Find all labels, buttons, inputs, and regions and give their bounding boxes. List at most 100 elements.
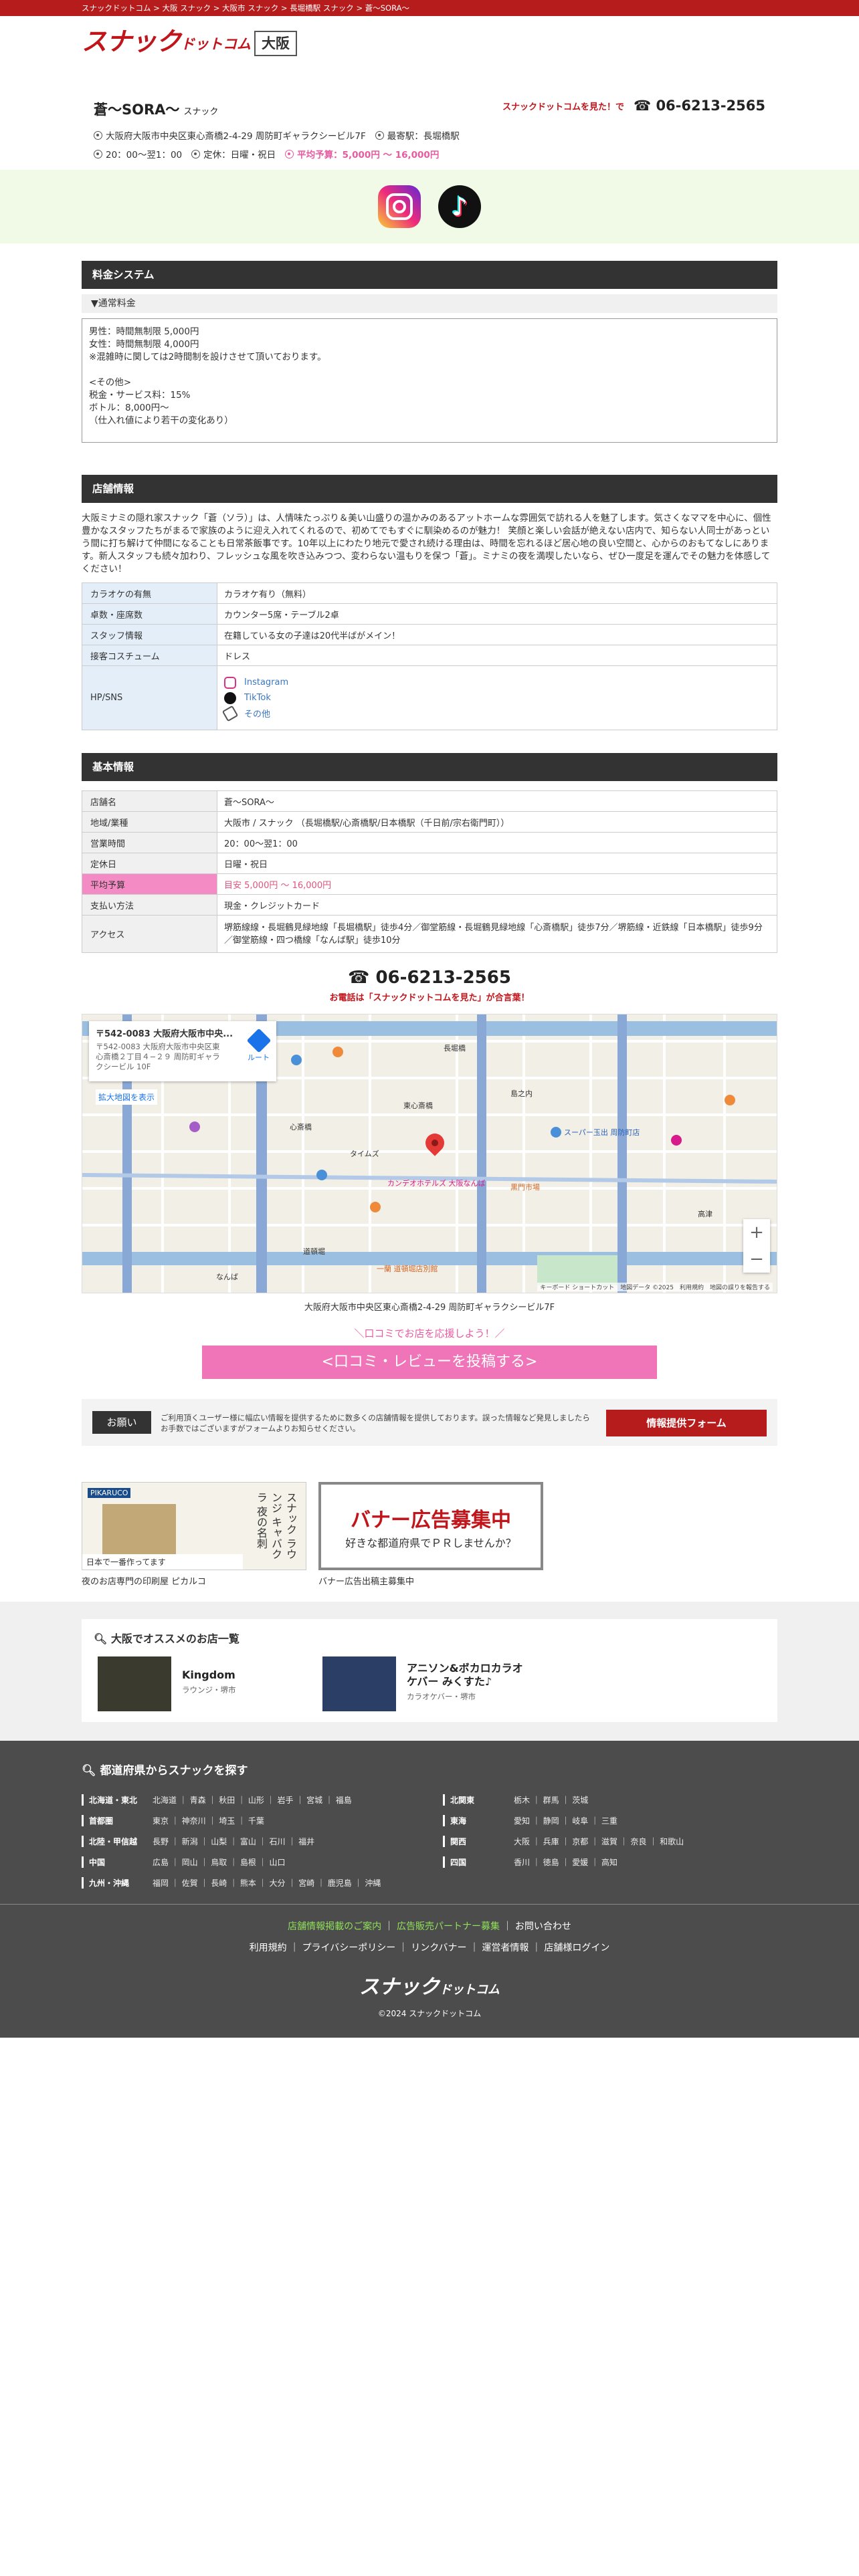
zoom-in-button[interactable]: + — [743, 1219, 770, 1246]
phone-icon: ☎ — [633, 98, 656, 114]
recommend-name: アニソン&ボカロカラオケバー みくすた♪ — [407, 1662, 523, 1688]
pref-links[interactable]: 栃木 ｜ 群馬 ｜ 茨城 — [514, 1794, 588, 1806]
shop-icon[interactable] — [551, 1127, 561, 1138]
footer-link[interactable]: 運営者情報 — [482, 1943, 529, 1953]
recommend-title: 🔍︎ 大阪でオススメのお店一覧 — [94, 1630, 765, 1646]
instagram-icon[interactable] — [378, 185, 421, 228]
search-icon: 🔍︎ — [94, 1632, 111, 1645]
info-line-1: 大阪府大阪市中央区東心斎橋2-4-29 周防町ギャラクシービル7F 最寄駅：長堀… — [94, 128, 469, 142]
recommend-box: 🔍︎ 大阪でオススメのお店一覧 Kingdom ラウンジ・堺市 アニソン&ボカロ… — [82, 1619, 777, 1722]
footer-link[interactable]: プライバシーポリシー — [302, 1943, 396, 1953]
price-line: ボトル：8,000円〜 — [89, 403, 169, 413]
review-section: ＼口コミでお店を応援しよう！／ <口コミ・レビューを投稿する> — [82, 1326, 777, 1379]
table-row: 卓数・座席数 カウンター5席・テーブル2卓 — [82, 603, 777, 625]
row-value: 在籍している女の子達は20代半ばがメイン！ — [217, 624, 777, 645]
header-tel[interactable]: スナックドットコムを見た！で ☎ 06-6213-2565 — [502, 98, 765, 114]
pref-column-right: 北関東 栃木 ｜ 群馬 ｜ 茨城 東海 愛知 ｜ 静岡 ｜ 岐阜 ｜ 三重 関西 大阪… — [443, 1790, 777, 1893]
post-review-button[interactable]: <口コミ・レビューを投稿する> — [202, 1346, 657, 1379]
breadcrumb[interactable]: スナックドットコム > 大阪 スナック > 大阪市 スナック > 長堀橋駅 スナ… — [82, 3, 409, 13]
zoom-out-button[interactable]: − — [743, 1246, 770, 1273]
calendar-icon — [191, 149, 201, 158]
pricing-box: 男性：時間無制限 5,000円 女性：時間無制限 4,000円 ※混雑時に関して… — [82, 318, 777, 443]
recommend-item[interactable]: Kingdom ラウンジ・堺市 — [98, 1656, 236, 1711]
route-button[interactable]: ルート — [246, 1028, 271, 1063]
clock-icon — [94, 149, 102, 158]
site-footer: 🔍︎ 都道府県からスナックを探す 北海道・東北 北海道 ｜ 青森 ｜ 秋田 ｜ 山… — [0, 1741, 859, 2038]
banner-image: バナー広告募集中 好きな都道府県でＰＲしませんか？ — [318, 1482, 543, 1570]
pref-links[interactable]: 福岡 ｜ 佐賀 ｜ 長崎 ｜ 熊本 ｜ 大分 ｜ 宮崎 ｜ 鹿児島 ｜ 沖縄 — [153, 1877, 381, 1889]
sns-label: TikTok — [244, 693, 271, 703]
pref-links[interactable]: 愛知 ｜ 静岡 ｜ 岐阜 ｜ 三重 — [514, 1815, 617, 1826]
shop-icon[interactable] — [291, 1055, 302, 1065]
enlarge-map-link[interactable]: 拡大地図を表示 — [96, 1089, 158, 1105]
copyright: ©2024 スナックドットコム — [377, 2009, 482, 2018]
pref-region: 九州・沖縄 — [82, 1877, 153, 1889]
tel-big[interactable]: ☎ 06-6213-2565 — [82, 968, 777, 988]
banner-caption[interactable]: バナー広告出稿主募集中 — [318, 1574, 543, 1587]
pref-region: 北関東 — [443, 1794, 514, 1806]
restaurant-icon[interactable] — [370, 1202, 381, 1212]
footer-link[interactable]: 店舗情報掲載のご案内 — [288, 1921, 381, 1932]
map-label: 心斎橋 — [290, 1123, 312, 1132]
map-label: カンデオホテルズ 大阪なんば — [387, 1179, 486, 1188]
info-line-2: 20：00〜翌1：00 定休：日曜・祝日 平均予算：5,000円 〜 16,00… — [94, 147, 448, 160]
recommend-item[interactable]: アニソン&ボカロカラオケバー みくすた♪ カラオケバー・堺市 — [322, 1656, 530, 1711]
pref-row: 首都圏 東京 ｜ 神奈川 ｜ 埼玉 ｜ 千葉 — [82, 1810, 416, 1831]
tiktok-icon[interactable]: ♪ — [438, 185, 481, 228]
region-badge[interactable]: 大阪 — [254, 31, 297, 56]
footer-title: 🔍︎ 都道府県からスナックを探す — [82, 1761, 777, 1778]
sns-other[interactable]: その他 — [221, 705, 770, 722]
price-line: 女性：時間無制限 4,000円 — [89, 339, 199, 350]
footer-link[interactable]: 利用規約 — [250, 1943, 287, 1953]
recommend-title-text: 大阪でオススメのお店一覧 — [110, 1632, 240, 1645]
map-label: 長堀橋 — [444, 1044, 466, 1053]
request-box: お願い ご利用頂くユーザー様に幅広い情報を提供するために数多くの店舗情報を提供し… — [82, 1399, 777, 1446]
hotel-icon[interactable] — [671, 1135, 682, 1146]
footer-logo-sub: ドットコム — [440, 1983, 500, 1997]
site-header: スナック ドットコム 大阪 — [82, 16, 777, 64]
pref-links[interactable]: 長野 ｜ 新潟 ｜ 山梨 ｜ 富山 ｜ 石川 ｜ 福井 — [153, 1836, 314, 1847]
restaurant-icon[interactable] — [332, 1047, 343, 1057]
tel-number[interactable]: ☎ 06-6213-2565 — [634, 98, 765, 114]
footer-link[interactable]: お問い合わせ — [515, 1921, 571, 1932]
tel-big-text: 06-6213-2565 — [375, 968, 511, 988]
footer-links-2: 利用規約 ｜ プライバシーポリシー ｜ リンクバナー ｜ 運営者情報 ｜ 店舗様… — [249, 1943, 610, 1953]
basic-title: 基本情報 — [82, 753, 777, 781]
pref-region: 首都圏 — [82, 1815, 153, 1826]
footer-link[interactable]: 店舗様ログイン — [544, 1943, 609, 1953]
map-label: 東心斎橋 — [403, 1101, 433, 1110]
pref-links[interactable]: 大阪 ｜ 兵庫 ｜ 京都 ｜ 滋賀 ｜ 奈良 ｜ 和歌山 — [514, 1836, 684, 1847]
site-logo[interactable]: スナック ドットコム — [82, 28, 251, 55]
store-description: 大阪ミナミの隠れ家スナック「蒼（ソラ）」は、人情味たっぷり＆美い山盛りの温かみの… — [82, 513, 771, 574]
banner-caption[interactable]: 夜のお店専門の印刷屋 ピカルコ — [82, 1574, 306, 1587]
pref-links[interactable]: 広島 ｜ 岡山 ｜ 鳥取 ｜ 島根 ｜ 山口 — [153, 1856, 286, 1868]
pref-row: 北陸・甲信越 長野 ｜ 新潟 ｜ 山梨 ｜ 富山 ｜ 石川 ｜ 福井 — [82, 1831, 416, 1852]
row-label: HP/SNS — [82, 665, 217, 730]
sns-tiktok[interactable]: TikTok — [224, 690, 770, 706]
request-label: お願い — [92, 1411, 151, 1434]
sns-instagram[interactable]: Instagram — [224, 675, 770, 690]
pref-row: 四国 香川 ｜ 徳島 ｜ 愛媛 ｜ 高知 — [443, 1852, 777, 1872]
map-footer[interactable]: キーボード ショートカット 地図データ ©2025 利用規約 地図の誤りを報告す… — [537, 1283, 773, 1291]
shop-station: 最寄駅：長堀橋駅 — [387, 131, 460, 142]
footer-link[interactable]: 広告販売パートナー募集 — [397, 1921, 500, 1932]
map-label: 道頓堀 — [303, 1247, 325, 1256]
banner-area: PIKARUCO スナック ラウンジ キャバクラ 夜の名刺 日本で一番作ってます… — [82, 1482, 777, 1587]
row-label: 営業時間 — [82, 832, 217, 853]
restaurant-icon[interactable] — [725, 1095, 735, 1105]
shop-address: 大阪府大阪市中央区東心斎橋2-4-29 周防町ギャラクシービル7F — [106, 131, 366, 142]
shop-budget: 平均予算：5,000円 〜 16,000円 — [297, 150, 440, 160]
pref-links[interactable]: 北海道 ｜ 青森 ｜ 秋田 ｜ 山形 ｜ 岩手 ｜ 宮城 ｜ 福島 — [153, 1794, 352, 1806]
banner-ad[interactable]: バナー広告募集中 好きな都道府県でＰＲしませんか？ バナー広告出稿主募集中 — [318, 1482, 543, 1587]
pref-links[interactable]: 香川 ｜ 徳島 ｜ 愛媛 ｜ 高知 — [514, 1856, 617, 1868]
footer-logo[interactable]: スナックドットコム — [0, 1970, 859, 2000]
banner-pikaruco[interactable]: PIKARUCO スナック ラウンジ キャバクラ 夜の名刺 日本で一番作ってます… — [82, 1482, 306, 1587]
recommend-sub: カラオケバー・堺市 — [407, 1692, 476, 1701]
landmark-icon[interactable] — [189, 1121, 200, 1132]
pref-links[interactable]: 東京 ｜ 神奈川 ｜ 埼玉 ｜ 千葉 — [153, 1815, 264, 1826]
row-value: 日曜・祝日 — [217, 853, 777, 874]
info-form-button[interactable]: 情報提供フォーム — [606, 1410, 767, 1436]
google-map[interactable]: 長堀橋 心斎橋 東心斎橋 島之内 スーパー玉出 周防町店 カンデオホテルズ 大阪… — [82, 1014, 777, 1293]
footer-link[interactable]: リンクバナー — [411, 1943, 466, 1953]
shop-icon[interactable] — [316, 1170, 327, 1180]
